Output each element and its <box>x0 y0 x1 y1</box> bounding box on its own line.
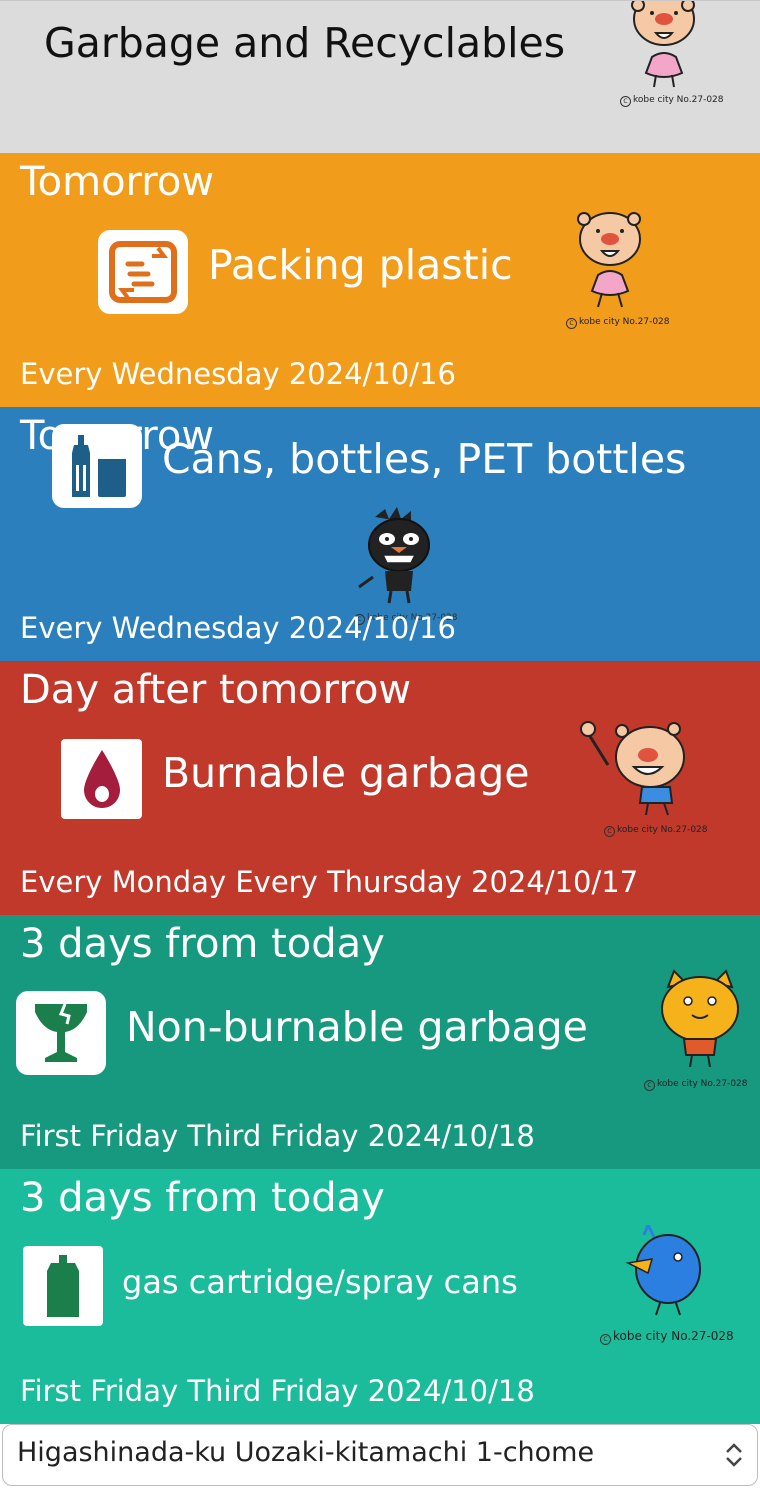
collection-day-label: 3 days from today <box>20 1175 385 1221</box>
collection-schedule: Every Wednesday 2024/10/16 <box>20 357 456 391</box>
garbage-type-label: Burnable garbage <box>162 749 530 797</box>
up-down-chevron-icon <box>726 1443 742 1467</box>
garbage-type-label: gas cartridge/spray cans <box>122 1263 518 1301</box>
cat-mascot-image <box>661 969 739 1068</box>
mascot-credit: Ckobe city No.27-028 <box>620 95 724 107</box>
app-header: Garbage and Recyclables Ckobe city No.27… <box>0 0 760 153</box>
garbage-type-label: Packing plastic <box>208 241 513 289</box>
collection-schedule: First Friday Third Friday 2024/10/18 <box>20 1374 535 1408</box>
collection-card-non-burnable[interactable]: 3 days from today Non-burnable garbage C… <box>0 915 760 1169</box>
collection-schedule: Every Monday Every Thursday 2024/10/17 <box>20 865 639 899</box>
cans-bottles-icon <box>52 424 142 508</box>
collection-schedule: Every Wednesday 2024/10/16 <box>20 611 456 645</box>
bird-mascot-image <box>625 1225 701 1316</box>
collection-card-burnable[interactable]: Day after tomorrow Burnable garbage Ckob… <box>0 661 760 915</box>
pig-waving-mascot-image <box>580 721 685 816</box>
area-select-value: Higashinada-ku Uozaki-kitamachi 1-chome <box>17 1437 595 1468</box>
packing-plastic-icon <box>98 230 188 314</box>
pig-mascot-image <box>631 1 695 88</box>
mascot-credit: Ckobe city No.27-028 <box>566 317 670 329</box>
flame-icon <box>61 739 142 819</box>
collection-card-packing-plastic[interactable]: Tomorrow Packing plastic Ckobe city No.2… <box>0 153 760 407</box>
mascot-credit: Ckobe city No.27-028 <box>600 1329 734 1345</box>
garbage-type-label: Non-burnable garbage <box>126 1003 588 1051</box>
collection-card-cans-bottles[interactable]: Tomorrow Cans, bottles, PET bottles Ckob… <box>0 407 760 661</box>
crow-mascot-image <box>358 507 430 604</box>
mascot-credit: Ckobe city No.27-028 <box>604 825 708 837</box>
pig-mascot-image <box>577 212 641 308</box>
collection-day-label: 3 days from today <box>20 921 385 967</box>
area-select[interactable]: Higashinada-ku Uozaki-kitamachi 1-chome <box>2 1424 758 1486</box>
collection-card-gas-cartridge[interactable]: 3 days from today gas cartridge/spray ca… <box>0 1169 760 1424</box>
broken-glass-icon <box>16 991 106 1075</box>
collection-schedule: First Friday Third Friday 2024/10/18 <box>20 1119 535 1153</box>
page-title: Garbage and Recyclables <box>44 19 566 67</box>
collection-day-label: Tomorrow <box>20 159 215 205</box>
garbage-type-label: Cans, bottles, PET bottles <box>162 435 687 483</box>
mascot-credit: Ckobe city No.27-028 <box>644 1079 748 1091</box>
gas-cartridge-icon <box>23 1246 103 1326</box>
collection-day-label: Day after tomorrow <box>20 667 412 713</box>
